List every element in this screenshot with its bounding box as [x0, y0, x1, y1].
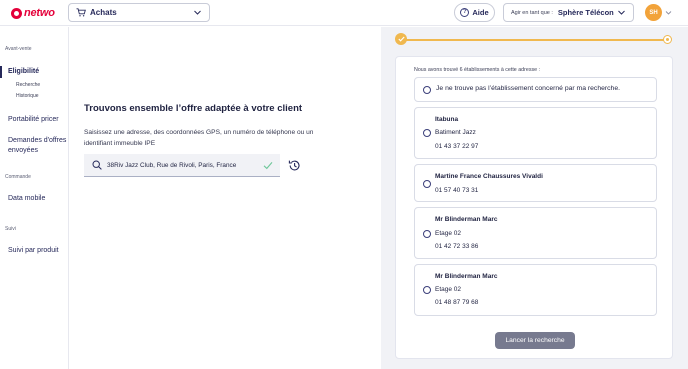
address-search-input[interactable]: 38Riv Jazz Club, Rue de Rivoli, Paris, F…	[84, 154, 280, 177]
cart-icon	[76, 8, 86, 17]
establishment-option[interactable]: Mr Blinderman Marc Etage 02 01 48 87 79 …	[414, 264, 657, 316]
search-icon	[92, 160, 102, 170]
act-as-value: Sphère Télécon	[557, 8, 614, 17]
radio-button[interactable]	[423, 180, 431, 188]
radio-button[interactable]	[423, 86, 431, 94]
option-not-found[interactable]: Je ne trouve pas l’établissement concern…	[414, 77, 657, 102]
act-as-prefix: Agir en tant que :	[511, 9, 553, 16]
launch-search-button[interactable]: Lancer la recherche	[495, 332, 575, 349]
results-count-text: Nous avons trouvé 6 établissements à cet…	[414, 67, 541, 73]
netwo-logo[interactable]: netwo	[11, 6, 55, 20]
page-title: Trouvons ensemble l’offre adaptée à votr…	[84, 103, 303, 114]
establishment-detail: Etage 02	[435, 286, 462, 293]
history-icon[interactable]	[288, 159, 301, 172]
top-bar: netwo Achats ? Aide Agir en tant que : S…	[0, 0, 688, 26]
help-label: Aide	[472, 8, 489, 17]
establishment-name: Mr Blinderman Marc	[435, 273, 498, 280]
establishments-list[interactable]: Je ne trouve pas l’établissement concern…	[414, 77, 657, 320]
step-1-done	[395, 33, 407, 45]
sidebar: Avant-vente Eligibilité Recherche Histor…	[0, 27, 69, 369]
check-icon	[397, 36, 405, 42]
results-panel: Nous avons trouvé 6 établissements à cet…	[381, 27, 688, 369]
sidebar-item-demandes-offres[interactable]: Demandes d'offres envoyées	[8, 136, 68, 155]
establishment-name: Mr Blinderman Marc	[435, 216, 498, 223]
act-as-select[interactable]: Agir en tant que : Sphère Télécon	[503, 3, 634, 22]
sidebar-subitem-historique[interactable]: Historique	[16, 93, 39, 99]
module-select-value: Achats	[90, 8, 117, 17]
establishment-name: Itabuna	[435, 116, 459, 123]
step-2-current	[663, 35, 672, 44]
establishment-detail: Etage 02	[435, 230, 462, 237]
establishment-phone: 01 42 72 33 86	[435, 243, 479, 250]
chevron-down-icon	[618, 10, 625, 15]
search-description: Saisissez une adresse, des coordonnées G…	[84, 129, 314, 147]
avatar-chevron-icon[interactable]	[665, 9, 672, 16]
sidebar-item-eligibilite[interactable]: Eligibilité	[0, 66, 39, 78]
chevron-down-icon	[194, 10, 201, 15]
module-select[interactable]: Achats	[68, 3, 210, 22]
sidebar-item-suivi-produit[interactable]: Suivi par produit	[8, 246, 59, 256]
sidebar-section-commande: Commande	[5, 174, 31, 180]
sidebar-item-data-mobile[interactable]: Data mobile	[8, 194, 45, 204]
establishment-name: Martine France Chaussures Vivaldi	[435, 173, 543, 180]
sidebar-section-suivi: Suivi	[5, 226, 16, 232]
establishment-option[interactable]: Itabuna Batiment Jazz 01 43 37 22 97	[414, 107, 657, 159]
sidebar-section-avant-vente: Avant-vente	[5, 46, 32, 52]
question-icon: ?	[460, 8, 470, 17]
establishment-option[interactable]: Mr Blinderman Marc Etage 02 01 42 72 33 …	[414, 207, 657, 259]
logo-text: netwo	[24, 7, 55, 19]
establishment-phone: 01 48 87 79 68	[435, 299, 479, 306]
radio-button[interactable]	[423, 230, 431, 238]
establishment-option[interactable]: Martine France Chaussures Vivaldi 01 57 …	[414, 164, 657, 202]
establishment-detail: Batiment Jazz	[435, 129, 476, 136]
help-button[interactable]: ? Aide	[454, 3, 495, 22]
avatar[interactable]: SH	[645, 4, 662, 21]
stepper-progress-line	[402, 39, 668, 41]
check-icon	[263, 162, 273, 170]
search-panel: Trouvons ensemble l’offre adaptée à votr…	[70, 27, 380, 369]
radio-button[interactable]	[423, 129, 431, 137]
address-input-value: 38Riv Jazz Club, Rue de Rivoli, Paris, F…	[107, 161, 237, 169]
establishment-phone: 01 57 40 73 31	[435, 187, 479, 194]
establishments-card: Nous avons trouvé 6 établissements à cet…	[395, 56, 673, 359]
establishment-phone: 01 43 37 22 97	[435, 143, 479, 150]
sidebar-subitem-recherche[interactable]: Recherche	[16, 82, 40, 88]
logo-mark-icon	[11, 7, 22, 19]
option-label: Je ne trouve pas l’établissement concern…	[436, 85, 620, 92]
sidebar-item-portabilite-pricer[interactable]: Portabilité pricer	[8, 115, 59, 125]
radio-button[interactable]	[423, 286, 431, 294]
